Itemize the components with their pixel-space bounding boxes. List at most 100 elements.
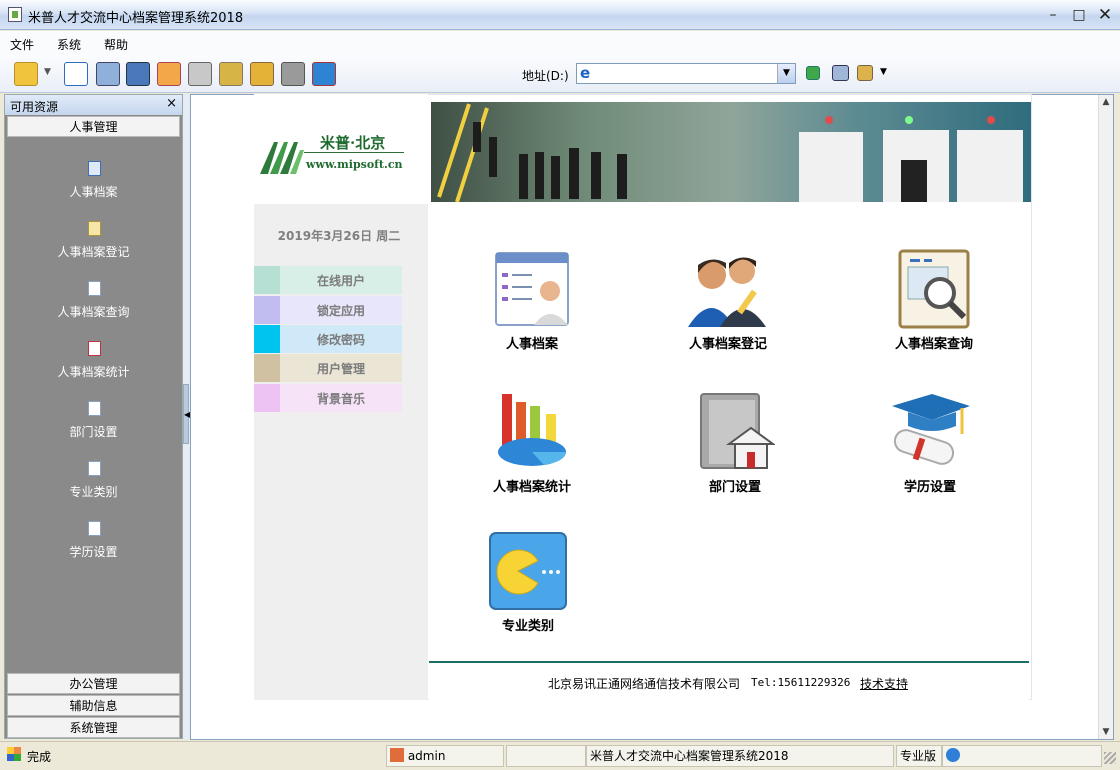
tools-dropdown-icon[interactable]: ▼ bbox=[880, 67, 887, 77]
resource-panel: 可用资源 × 人事管理 人事档案 人事档案登记 人事档案查询 人事档案统计 部门… bbox=[4, 94, 183, 739]
tile-personnel-stats[interactable]: 人事档案统计 bbox=[452, 392, 602, 502]
chevron-down-icon[interactable]: ▼ bbox=[44, 67, 51, 77]
menu-file[interactable]: 文件 bbox=[10, 36, 34, 53]
nav-item-education[interactable]: 学历设置 bbox=[5, 521, 182, 581]
nav-item-label: 专业类别 bbox=[69, 485, 118, 499]
department-house-icon bbox=[700, 393, 775, 469]
nav-item-personnel-query[interactable]: 人事档案查询 bbox=[5, 281, 182, 341]
logo-divider bbox=[304, 152, 404, 153]
resource-panel-title: 可用资源 bbox=[10, 100, 59, 114]
address-label: 地址(D:) bbox=[522, 69, 569, 83]
resize-grip-icon[interactable] bbox=[1104, 752, 1116, 764]
function-grid: 人事档案 人事档案登记 人事档案查询 人事档案统计 部门设置 学历设置 专业类别 bbox=[430, 206, 1030, 661]
tile-label: 人事档案 bbox=[505, 337, 558, 352]
nav-item-personnel-stats[interactable]: 人事档案统计 bbox=[5, 341, 182, 401]
magnifier-doc-icon bbox=[898, 249, 970, 329]
tile-education[interactable]: 学历设置 bbox=[850, 392, 1000, 502]
group-system[interactable]: 系统管理 bbox=[7, 717, 180, 738]
tile-label: 人事档案登记 bbox=[688, 337, 767, 352]
tile-label: 人事档案查询 bbox=[894, 337, 973, 352]
nav-item-label: 人事档案查询 bbox=[57, 305, 130, 319]
tech-support-link[interactable]: 技术支持 bbox=[860, 677, 908, 691]
nav-background-music[interactable]: 背景音乐 bbox=[254, 384, 402, 412]
close-button[interactable]: ✕ bbox=[1094, 5, 1116, 25]
printer-icon[interactable] bbox=[188, 62, 212, 86]
resource-panel-header: 可用资源 × bbox=[5, 95, 182, 115]
user-lock-icon[interactable] bbox=[281, 62, 305, 86]
nav-item-label: 人事档案登记 bbox=[57, 245, 130, 259]
status-user-name: admin bbox=[407, 749, 446, 763]
tile-department[interactable]: 部门设置 bbox=[655, 392, 805, 502]
status-bar: 完成 admin 米普人才交流中心档案管理系统2018 专业版 bbox=[0, 741, 1120, 770]
nav-item-personnel-register[interactable]: 人事档案登记 bbox=[5, 221, 182, 281]
app-icon bbox=[8, 7, 22, 22]
nav-item-label: 人事档案 bbox=[69, 185, 118, 199]
calculator-icon[interactable] bbox=[126, 62, 150, 86]
nav-item-label: 人事档案统计 bbox=[57, 365, 130, 379]
logo-name: 米普·北京 bbox=[320, 134, 386, 152]
tile-major-category[interactable]: 专业类别 bbox=[448, 531, 598, 641]
page-icon bbox=[88, 401, 101, 416]
company-logo: 米普·北京 www.mipsoft.cn bbox=[254, 94, 428, 204]
nav-item-major[interactable]: 专业类别 bbox=[5, 461, 182, 521]
nav-item-label: 学历设置 bbox=[69, 545, 118, 559]
swatch bbox=[254, 266, 280, 294]
nav-label: 用户管理 bbox=[316, 362, 365, 376]
graduation-cap-icon bbox=[892, 394, 970, 465]
tile-personnel-register[interactable]: 人事档案登记 bbox=[648, 249, 798, 359]
window-titlebar[interactable]: 米普人才交流中心档案管理系统2018 – □ ✕ bbox=[0, 0, 1120, 30]
edit-doc-icon bbox=[88, 221, 101, 236]
nav-change-password[interactable]: 修改密码 bbox=[254, 325, 402, 353]
card-icon[interactable] bbox=[96, 62, 120, 86]
monitor-icon[interactable] bbox=[832, 65, 849, 81]
nav-online-users[interactable]: 在线用户 bbox=[254, 266, 402, 294]
tile-label: 人事档案统计 bbox=[492, 480, 571, 495]
tile-personnel-file[interactable]: 人事档案 bbox=[452, 249, 602, 359]
menu-system[interactable]: 系统 bbox=[57, 36, 81, 53]
minimize-button[interactable]: – bbox=[1042, 5, 1064, 25]
panel-splitter[interactable]: ◀ bbox=[183, 94, 190, 739]
window-title: 米普人才交流中心档案管理系统2018 bbox=[28, 11, 244, 26]
nav-user-management[interactable]: 用户管理 bbox=[254, 354, 402, 382]
address-combobox[interactable]: e ▼ bbox=[576, 63, 796, 84]
nav-label: 锁定应用 bbox=[316, 304, 365, 318]
swatch bbox=[254, 384, 280, 412]
close-icon[interactable]: × bbox=[166, 96, 177, 111]
exit-icon[interactable] bbox=[312, 62, 336, 86]
maximize-button[interactable]: □ bbox=[1068, 5, 1090, 25]
telephone: Tel:15611229326 bbox=[751, 676, 851, 689]
vertical-scrollbar[interactable]: ▲ ▼ bbox=[1098, 95, 1113, 739]
grid-icon bbox=[88, 161, 101, 176]
menu-bar: 文件 系统 帮助 bbox=[0, 31, 1120, 55]
nav-item-department[interactable]: 部门设置 bbox=[5, 401, 182, 461]
status-edition: 专业版 bbox=[896, 745, 942, 767]
nav-item-personnel-file[interactable]: 人事档案 bbox=[5, 161, 182, 221]
home-icon[interactable] bbox=[157, 62, 181, 86]
users-register-icon bbox=[688, 257, 766, 327]
swatch bbox=[254, 325, 280, 353]
windows-logo-icon bbox=[7, 747, 21, 761]
collapse-arrow-icon[interactable]: ◀ bbox=[183, 384, 190, 444]
list-icon[interactable] bbox=[64, 62, 88, 86]
menu-help[interactable]: 帮助 bbox=[104, 36, 128, 53]
logo-mark-icon bbox=[260, 142, 304, 174]
open-folder-icon[interactable] bbox=[14, 62, 38, 86]
group-personnel[interactable]: 人事管理 bbox=[7, 116, 180, 137]
address-dropdown-button[interactable]: ▼ bbox=[777, 64, 795, 83]
tools-icon[interactable] bbox=[857, 65, 873, 81]
tile-personnel-query[interactable]: 人事档案查询 bbox=[854, 249, 1004, 359]
scroll-up-icon[interactable]: ▲ bbox=[1099, 95, 1113, 109]
toolbar: ▼ 地址(D:) e ▼ ▼ bbox=[0, 55, 1120, 93]
personnel-file-icon bbox=[495, 252, 569, 326]
lock-icon[interactable] bbox=[250, 62, 274, 86]
page-icon bbox=[88, 461, 101, 476]
group-office[interactable]: 办公管理 bbox=[7, 673, 180, 694]
scroll-down-icon[interactable]: ▼ bbox=[1099, 725, 1113, 739]
key-icon[interactable] bbox=[219, 62, 243, 86]
nav-lock-app[interactable]: 锁定应用 bbox=[254, 296, 402, 324]
go-arrow-icon[interactable] bbox=[806, 66, 820, 80]
logo-url: www.mipsoft.cn bbox=[306, 158, 403, 171]
group-auxiliary[interactable]: 辅助信息 bbox=[7, 695, 180, 716]
current-date: 2019年3月26日 周二 bbox=[277, 229, 401, 243]
nav-label: 修改密码 bbox=[316, 333, 365, 347]
